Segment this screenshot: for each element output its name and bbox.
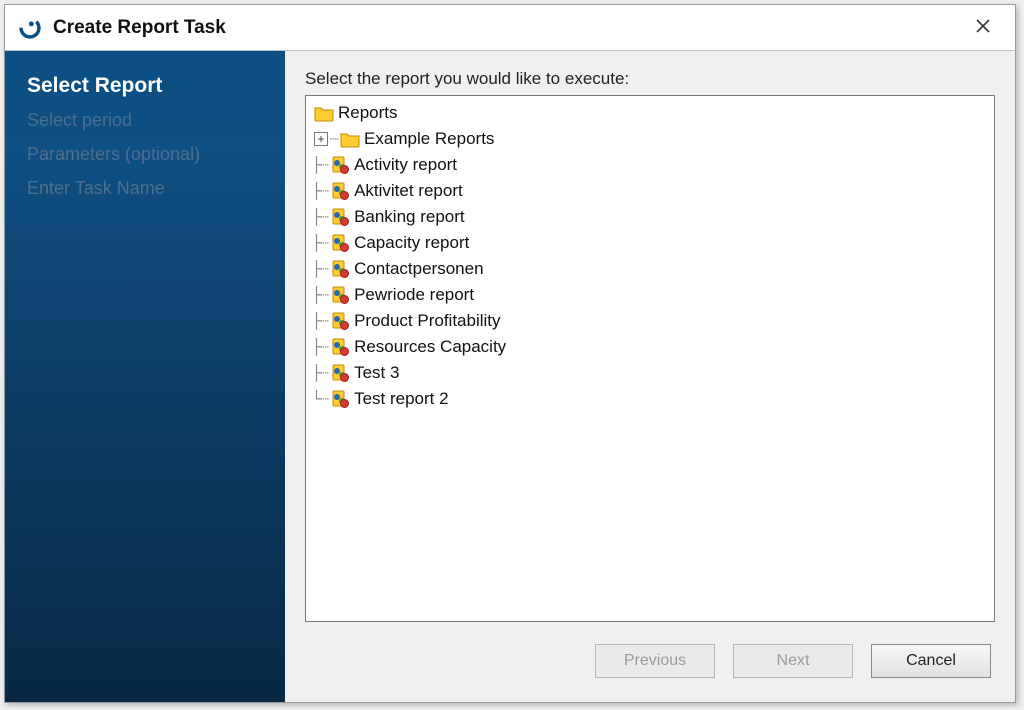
tree-node[interactable]: ├┈ Capacity report: [312, 230, 988, 256]
tree-node-label: Reports: [338, 103, 398, 123]
wizard-window: Create Report Task Select Report Select …: [4, 4, 1016, 703]
tree-connector: └┈: [312, 390, 328, 408]
wizard-button-bar: Previous Next Cancel: [305, 622, 995, 688]
step-select-period: Select period: [27, 103, 263, 137]
tree-node[interactable]: ├┈ Test 3: [312, 360, 988, 386]
tree-node[interactable]: ├┈ Resources Capacity: [312, 334, 988, 360]
tree-connector: ├┈: [312, 338, 328, 356]
previous-button: Previous: [595, 644, 715, 678]
report-icon: [330, 363, 350, 383]
tree-connector: ├┈: [312, 312, 328, 330]
tree-node-label: Capacity report: [354, 233, 469, 253]
title-bar: Create Report Task: [5, 5, 1015, 51]
tree-connector: ├┈: [312, 286, 328, 304]
tree-node-label: Aktivitet report: [354, 181, 463, 201]
report-icon: [330, 389, 350, 409]
cancel-button[interactable]: Cancel: [871, 644, 991, 678]
tree-node-reports[interactable]: Reports: [312, 100, 988, 126]
report-icon: [330, 259, 350, 279]
tree-node[interactable]: ├┈ Activity report: [312, 152, 988, 178]
report-icon: [330, 311, 350, 331]
expand-icon[interactable]: +: [314, 132, 328, 146]
tree-connector: ├┈: [312, 364, 328, 382]
tree-node[interactable]: ├┈ Banking report: [312, 204, 988, 230]
step-parameters: Parameters (optional): [27, 137, 263, 171]
tree-node[interactable]: +┈ Example Reports: [312, 126, 988, 152]
folder-icon: [314, 103, 334, 123]
close-icon: [976, 17, 990, 38]
tree-node-label: Resources Capacity: [354, 337, 506, 357]
report-icon: [330, 285, 350, 305]
tree-node[interactable]: ├┈ Aktivitet report: [312, 178, 988, 204]
tree-connector: ├┈: [312, 260, 328, 278]
tree-connector: ├┈: [312, 208, 328, 226]
tree-connector: ├┈: [312, 234, 328, 252]
tree-node-label: Pewriode report: [354, 285, 474, 305]
wizard-steps-sidebar: Select Report Select period Parameters (…: [5, 51, 285, 702]
tree-connector: ┈: [330, 130, 338, 148]
tree-node-label: Activity report: [354, 155, 457, 175]
tree-node-label: Test report 2: [354, 389, 449, 409]
tree-node[interactable]: ├┈ Product Profitability: [312, 308, 988, 334]
tree-node[interactable]: ├┈ Contactpersonen: [312, 256, 988, 282]
wizard-main-panel: Select the report you would like to exec…: [285, 51, 1015, 702]
report-tree[interactable]: Reports +┈ Example Reports ├┈ Activity re…: [305, 95, 995, 622]
tree-connector: ├┈: [312, 182, 328, 200]
tree-node[interactable]: └┈ Test report 2: [312, 386, 988, 412]
app-logo-icon: [19, 17, 41, 39]
report-icon: [330, 155, 350, 175]
step-enter-task-name: Enter Task Name: [27, 171, 263, 205]
tree-node-label: Test 3: [354, 363, 399, 383]
tree-node-label: Example Reports: [364, 129, 494, 149]
instruction-text: Select the report you would like to exec…: [305, 69, 995, 89]
tree-node-label: Product Profitability: [354, 311, 500, 331]
window-title: Create Report Task: [53, 17, 226, 39]
step-select-report[interactable]: Select Report: [27, 69, 263, 103]
folder-icon: [340, 129, 360, 149]
report-icon: [330, 207, 350, 227]
tree-node-label: Contactpersonen: [354, 259, 483, 279]
close-button[interactable]: [963, 12, 1003, 44]
tree-node-label: Banking report: [354, 207, 465, 227]
next-button: Next: [733, 644, 853, 678]
report-icon: [330, 337, 350, 357]
tree-connector: ├┈: [312, 156, 328, 174]
report-icon: [330, 233, 350, 253]
tree-node[interactable]: ├┈ Pewriode report: [312, 282, 988, 308]
report-icon: [330, 181, 350, 201]
